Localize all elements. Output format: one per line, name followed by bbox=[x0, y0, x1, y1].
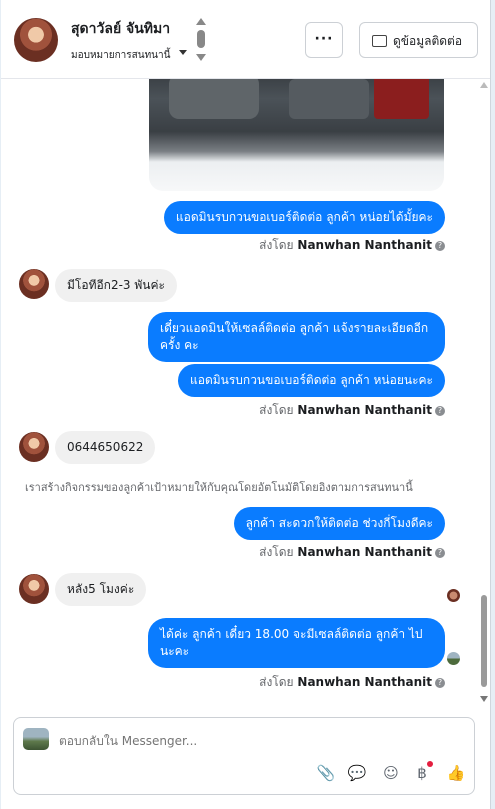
scroll-up-icon[interactable] bbox=[480, 82, 488, 88]
navigator-handle bbox=[197, 30, 205, 48]
page-profile-image bbox=[23, 728, 49, 750]
view-contact-info-button[interactable]: ดูข้อมูลติดต่อ bbox=[359, 22, 478, 58]
info-icon[interactable]: ? bbox=[435, 547, 445, 558]
info-icon[interactable]: ? bbox=[435, 240, 445, 251]
info-icon[interactable]: ? bbox=[435, 677, 445, 688]
delivered-receipt-avatar bbox=[447, 652, 460, 665]
sent-by-agent: Nanwhan Nanthanit bbox=[297, 675, 432, 689]
incoming-message[interactable]: หลัง5 โมงค่ะ bbox=[55, 573, 147, 606]
sent-by-label: ส่งโดย Nanwhan Nanthanit? bbox=[259, 543, 445, 562]
assign-dropdown-icon[interactable] bbox=[179, 50, 187, 55]
reply-input[interactable] bbox=[59, 734, 449, 748]
incoming-message[interactable]: 0644650622 bbox=[55, 431, 156, 464]
contact-avatar-small[interactable] bbox=[19, 432, 49, 462]
baht-icon[interactable]: ฿ bbox=[412, 761, 433, 783]
scrollbar-thumb[interactable] bbox=[481, 595, 487, 687]
seen-receipt-avatar bbox=[447, 589, 460, 602]
reply-composer: 📎 💬 ☺ ฿ 👍 bbox=[13, 717, 475, 795]
outgoing-message[interactable]: แอดมินรบกวนขอเบอร์ติดต่อ ลูกค้า หน่อยได้… bbox=[163, 201, 445, 234]
contact-avatar-small[interactable] bbox=[19, 269, 49, 299]
sent-by-label: ส่งโดย Nanwhan Nanthanit? bbox=[259, 236, 445, 255]
contact-avatar-small[interactable] bbox=[19, 574, 49, 604]
sent-by-prefix: ส่งโดย bbox=[259, 238, 294, 252]
contact-name[interactable]: สุดาวัลย์ จันทิมา bbox=[71, 18, 170, 40]
conversation-header: สุดาวัลย์ จันทิมา มอบหมายการสนทนานี้ ···… bbox=[1, 0, 490, 79]
outgoing-message[interactable]: แอดมินรบกวนขอเบอร์ติดต่อ ลูกค้า หน่อยนะค… bbox=[178, 364, 445, 397]
baht-glyph: ฿ bbox=[417, 764, 427, 782]
paperclip-icon[interactable]: 📎 bbox=[316, 763, 336, 783]
sent-by-prefix: ส่งโดย bbox=[259, 675, 294, 689]
incoming-message[interactable]: มีโอทีอีก2-3 พันค่ะ bbox=[55, 269, 177, 302]
contact-card-icon bbox=[372, 35, 387, 47]
more-options-button[interactable]: ··· bbox=[305, 22, 343, 58]
info-icon[interactable]: ? bbox=[435, 405, 445, 416]
chat-bubble-icon[interactable]: 💬 bbox=[347, 763, 367, 783]
lead-activity-notice: เราสร้างกิจกรรมของลูกค้าเป้าหมายให้กับคุ… bbox=[25, 481, 413, 494]
engine-part bbox=[374, 79, 429, 119]
sent-by-label: ส่งโดย Nanwhan Nanthanit? bbox=[259, 401, 445, 420]
sent-by-agent: Nanwhan Nanthanit bbox=[297, 238, 432, 252]
scroll-down-icon[interactable] bbox=[480, 696, 488, 702]
outgoing-message[interactable]: เดี๋ยวแอดมินให้เซลล์ติดต่อ ลูกค้า แจ้งรา… bbox=[148, 312, 445, 362]
conversation-navigator[interactable] bbox=[194, 18, 208, 64]
assign-conversation-label[interactable]: มอบหมายการสนทนานี้ bbox=[71, 48, 170, 63]
messenger-panel: สุดาวัลย์ จันทิมา มอบหมายการสนทนานี้ ···… bbox=[1, 0, 491, 809]
outgoing-message[interactable]: ได้ค่ะ ลูกค้า เดี๋ยว 18.00 จะมีเซลล์ติดต… bbox=[148, 618, 445, 668]
contact-avatar[interactable] bbox=[14, 18, 58, 62]
sent-by-prefix: ส่งโดย bbox=[259, 545, 294, 559]
sent-by-label: ส่งโดย Nanwhan Nanthanit? bbox=[259, 673, 445, 692]
sent-by-prefix: ส่งโดย bbox=[259, 403, 294, 417]
next-conversation-icon[interactable] bbox=[196, 54, 206, 61]
view-contact-info-label: ดูข้อมูลติดต่อ bbox=[393, 34, 463, 48]
thumbs-up-icon[interactable]: 👍 bbox=[446, 763, 466, 783]
previous-conversation-icon[interactable] bbox=[196, 18, 206, 25]
message-thread[interactable]: แอดมินรบกวนขอเบอร์ติดต่อ ลูกค้า หน่อยได้… bbox=[1, 79, 490, 710]
outgoing-message[interactable]: ลูกค้า สะดวกให้ติดต่อ ช่วงกี่โมงดีคะ bbox=[233, 507, 445, 540]
engine-part bbox=[169, 79, 259, 119]
sent-by-agent: Nanwhan Nanthanit bbox=[297, 545, 432, 559]
engine-photo[interactable] bbox=[149, 79, 444, 191]
engine-part bbox=[289, 79, 369, 119]
notification-dot bbox=[427, 761, 433, 767]
smiley-icon[interactable]: ☺ bbox=[381, 763, 401, 783]
sent-by-agent: Nanwhan Nanthanit bbox=[297, 403, 432, 417]
thread-scrollbar[interactable] bbox=[478, 80, 490, 710]
